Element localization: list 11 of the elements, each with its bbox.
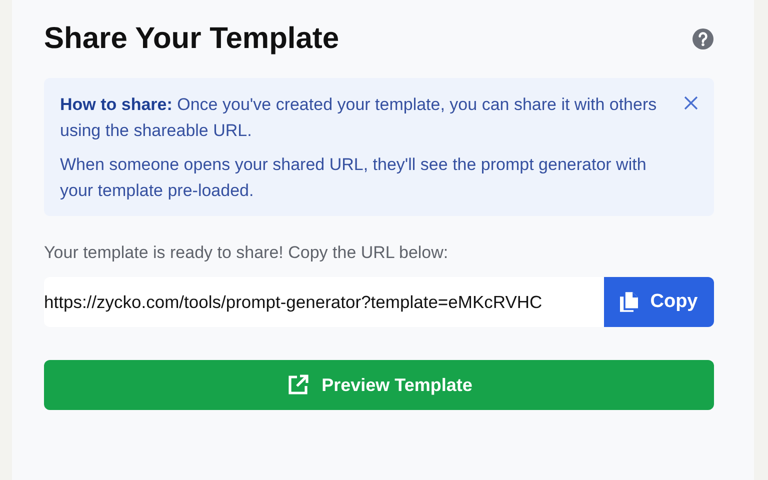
info-text: How to share: Once you've created your template, you can share it with others using the shareable URL. — [60, 94, 658, 142]
help-icon[interactable] — [692, 28, 714, 50]
url-field[interactable]: https://zycko.com/tools/prompt-generator?template=eMKcRVHC — [44, 277, 604, 327]
panel-title: Share Your Template — [44, 22, 340, 56]
preview-button[interactable]: Preview Template — [44, 360, 714, 410]
copy-icon — [620, 292, 638, 312]
info-text: When someone opens your shared URL, they'll see the prompt generator with your template pre-loaded. — [60, 154, 648, 202]
external-link-icon — [286, 373, 310, 397]
instruction-text: Your template is ready to share! Copy the URL below: — [44, 243, 450, 263]
close-icon[interactable] — [684, 96, 698, 110]
copy-button[interactable]: Copy — [604, 277, 714, 327]
